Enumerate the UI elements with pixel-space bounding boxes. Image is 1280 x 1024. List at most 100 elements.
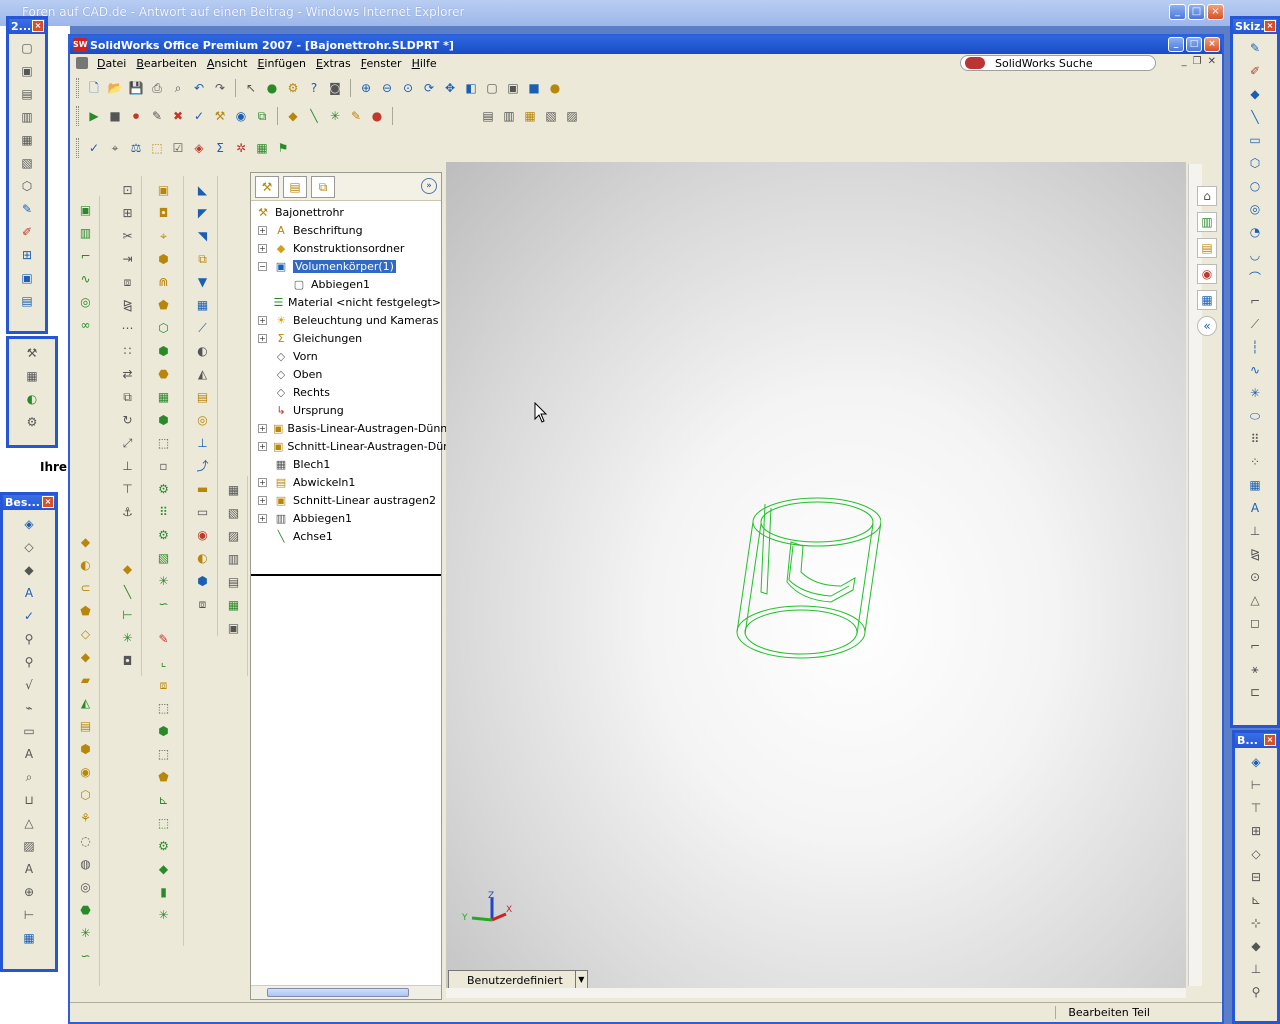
bom-icon[interactable]: ▦ — [224, 595, 244, 614]
red-point-icon[interactable]: ● — [368, 107, 386, 125]
redo-icon[interactable]: ↷ — [211, 79, 229, 97]
tree-expander-icon[interactable]: + — [258, 333, 267, 343]
flex-icon[interactable]: ⬡ — [76, 785, 96, 804]
fillet-icon[interactable]: ◇ — [76, 624, 96, 643]
ie-maximize-button[interactable]: □ — [1188, 4, 1205, 20]
extruded-boss-icon[interactable]: ▣ — [154, 180, 174, 199]
rollback-bar[interactable] — [251, 574, 441, 576]
menu-hilfe[interactable]: Hilfe — [407, 57, 442, 70]
centerline-tool-icon[interactable]: ┆ — [1245, 337, 1265, 356]
thicken-icon[interactable]: ⬟ — [154, 295, 174, 314]
tree-expander-icon[interactable]: + — [258, 225, 267, 235]
stop-macro-icon[interactable]: ■ — [106, 107, 124, 125]
appearance-icon[interactable]: ● — [546, 79, 564, 97]
graphics-hscrollbar[interactable] — [446, 988, 1186, 998]
smart-dim-icon[interactable]: ✐ — [17, 222, 37, 241]
datum-feature-icon[interactable]: A — [19, 744, 39, 763]
menu-einfuegen[interactable]: Einfügen — [252, 57, 311, 70]
search-results-icon[interactable]: ◉ — [1197, 264, 1217, 284]
sweep-boss-icon[interactable]: ⊂ — [76, 578, 96, 597]
surface-finish-icon[interactable]: √ — [19, 675, 39, 694]
menu-datei[interactable]: Datei — [92, 57, 131, 70]
undo-icon[interactable]: ↶ — [190, 79, 208, 97]
trim-surface-icon[interactable]: ⤴ — [193, 456, 213, 475]
deform-icon[interactable]: ⚘ — [76, 808, 96, 827]
forming-tool-icon[interactable]: ▮ — [154, 882, 174, 901]
table-tool-icon[interactable]: ▦ — [19, 928, 39, 947]
revolved-surface-icon[interactable]: ◤ — [193, 203, 213, 222]
doc-close-button[interactable]: ✕ — [1208, 56, 1216, 67]
dimensions-toolbar-title[interactable]: B... × — [1235, 733, 1277, 748]
tree-expander-icon[interactable]: + — [258, 423, 267, 433]
tree-expander-icon[interactable]: + — [258, 477, 267, 487]
spell-checker-icon[interactable]: ✓ — [19, 606, 39, 625]
lofted-cut-icon[interactable]: ▦ — [154, 387, 174, 406]
smart-dimension-sketch-icon[interactable]: ✐ — [1245, 61, 1265, 80]
extruded-cut-icon[interactable]: ⬡ — [154, 318, 174, 337]
swept-cut-icon[interactable]: ⬣ — [154, 364, 174, 383]
tree-expander-icon[interactable]: + — [258, 315, 267, 325]
perimeter-circle-icon[interactable]: ◎ — [1245, 199, 1265, 218]
deviation-icon[interactable]: ⚑ — [274, 139, 292, 157]
design-library-icon[interactable]: ▥ — [1197, 212, 1217, 232]
sketch-text-icon[interactable]: A — [1245, 498, 1265, 517]
menu-bearbeiten[interactable]: Bearbeiten — [131, 57, 201, 70]
hole-wizard-icon[interactable]: ⠿ — [154, 502, 174, 521]
sketch-fillet-icon[interactable]: ⌞ — [154, 652, 174, 671]
jog-icon[interactable]: ◎ — [76, 292, 96, 311]
line-tool-icon[interactable]: ╲ — [1245, 107, 1265, 126]
planar-surface-icon[interactable]: ▦ — [193, 295, 213, 314]
tree-item[interactable]: ◇ Oben — [251, 365, 441, 383]
sw-close-button[interactable]: × — [1204, 37, 1220, 52]
loft-boss-icon[interactable]: ⬟ — [76, 601, 96, 620]
move-copy-body-icon[interactable]: ⬢ — [193, 571, 213, 590]
extruded-surface-icon[interactable]: ◣ — [193, 180, 213, 199]
file-explorer-icon[interactable]: ▤ — [1197, 238, 1217, 258]
dome-icon[interactable]: ◉ — [76, 762, 96, 781]
curve-driven-pattern-icon[interactable]: ✳ — [154, 571, 174, 590]
intersection-curve-icon[interactable]: ⬢ — [154, 721, 174, 740]
document-icon[interactable] — [76, 57, 88, 69]
block-annotation-icon[interactable]: A — [19, 859, 39, 878]
tree-item[interactable]: − ▣ Volumenkörper(1) — [251, 257, 441, 275]
miter-flange-icon[interactable]: ⌐ — [76, 246, 96, 265]
delete-icon[interactable]: ✖ — [169, 107, 187, 125]
help-icon[interactable]: ? — [305, 79, 323, 97]
draft-icon[interactable]: ◭ — [76, 693, 96, 712]
weld-symbol-icon[interactable]: ⌁ — [19, 698, 39, 717]
delete-hole-icon[interactable]: ◐ — [193, 548, 213, 567]
note-icon[interactable]: A — [19, 583, 39, 602]
view-orientation-label[interactable]: Benutzerdefiniert — [448, 970, 576, 990]
boundary-boss-icon[interactable]: ⋒ — [154, 272, 174, 291]
tree-item[interactable]: + ▥ Abbiegen1 — [251, 509, 441, 527]
gtol-icon[interactable]: ▭ — [19, 721, 39, 740]
3d-sketch-icon[interactable]: ✎ — [154, 629, 174, 648]
zoom-area-icon[interactable]: ⊖ — [378, 79, 396, 97]
composite-curve-icon[interactable]: ⬚ — [154, 813, 174, 832]
convert-entities-icon[interactable]: ⬚ — [154, 698, 174, 717]
coordinate-system-icon[interactable]: ⊢ — [118, 605, 138, 624]
tree-item[interactable]: + ☀ Beleuchtung und Kameras — [251, 311, 441, 329]
home-icon[interactable]: ⌂ — [1197, 186, 1217, 206]
mid-surface-icon[interactable]: ⧈ — [193, 594, 213, 613]
tree-item[interactable]: ╲ Achse1 — [251, 527, 441, 545]
ie-minimize-button[interactable]: _ — [1169, 4, 1186, 20]
chamfer-icon[interactable]: ◆ — [76, 647, 96, 666]
wireframe-model[interactable] — [731, 482, 881, 672]
close-icon[interactable]: × — [1264, 734, 1276, 746]
tree-item[interactable]: ◇ Vorn — [251, 347, 441, 365]
tree-expander-icon[interactable]: + — [258, 243, 267, 253]
camera-icon[interactable]: ◙ — [326, 79, 344, 97]
helix-feature-icon[interactable]: ∽ — [154, 594, 174, 613]
split-line-icon[interactable]: ⊾ — [154, 790, 174, 809]
solidworks-search[interactable]: SolidWorks Suche — [960, 55, 1156, 71]
replace-face-icon[interactable]: ◉ — [193, 525, 213, 544]
feature-tree-hscrollbar[interactable] — [251, 985, 441, 999]
save-icon[interactable]: 💾 — [127, 79, 145, 97]
collapse-taskpane-icon[interactable]: « — [1197, 316, 1217, 336]
tool-c-icon[interactable]: ◐ — [22, 389, 42, 408]
statistics-icon[interactable]: ✲ — [232, 139, 250, 157]
sketch-offset-icon[interactable]: ⧈ — [154, 675, 174, 694]
chevron-down-icon[interactable]: ▼ — [575, 970, 588, 990]
rebuild-icon[interactable]: ● — [263, 79, 281, 97]
